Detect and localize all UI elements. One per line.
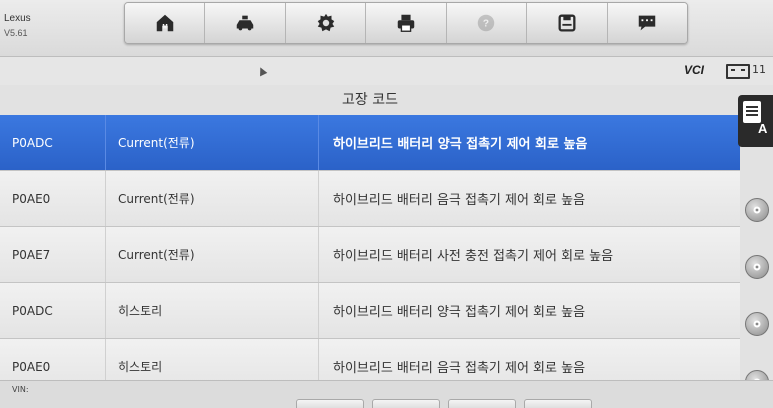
dtc-status: Current(전류)	[106, 115, 319, 170]
save-button[interactable]	[527, 3, 608, 43]
car-wrench-icon	[236, 15, 254, 31]
dtc-status: 히스토리	[106, 283, 319, 338]
vin-label: VIN:	[12, 385, 29, 394]
app-name: Lexus	[4, 13, 31, 24]
gear-icon	[753, 320, 761, 328]
vehicle-button[interactable]	[205, 3, 286, 43]
message-icon	[638, 15, 656, 31]
row-action-button[interactable]	[745, 255, 769, 279]
table-row[interactable]: P0AE7 Current(전류) 하이브리드 배터리 사전 충전 접촉기 제어…	[0, 227, 740, 283]
row-action-button[interactable]	[745, 198, 769, 222]
svg-text:M: M	[162, 24, 167, 31]
dtc-code: P0AE0	[0, 171, 106, 226]
dtc-status: Current(전류)	[106, 227, 319, 282]
gear-icon	[753, 206, 761, 214]
table-row[interactable]: P0ADC Current(전류) 하이브리드 배터리 양극 접촉기 제어 회로…	[0, 115, 740, 171]
gear-icon	[317, 13, 334, 32]
print-button[interactable]	[366, 3, 447, 43]
mouse-cursor-icon	[256, 65, 268, 77]
vci-indicator: VCI	[684, 63, 705, 77]
svg-text:?: ?	[483, 19, 489, 30]
side-document-panel[interactable]: A	[738, 95, 773, 147]
save-icon	[558, 14, 576, 32]
footer-button-4[interactable]	[524, 399, 592, 408]
side-panel-letter: A	[758, 121, 768, 136]
status-time: 11	[752, 63, 766, 76]
dtc-code: P0AE7	[0, 227, 106, 282]
dtc-code: P0ADC	[0, 115, 106, 170]
dtc-code: P0ADC	[0, 283, 106, 338]
help-icon: ?	[478, 14, 495, 32]
home-icon: M	[156, 14, 173, 32]
dtc-status: Current(전류)	[106, 171, 319, 226]
message-button[interactable]	[607, 3, 687, 43]
footer-button-1[interactable]	[296, 399, 364, 408]
battery-icon	[726, 64, 750, 79]
footer-button-2[interactable]	[372, 399, 440, 408]
dtc-description: 하이브리드 배터리 사전 충전 접촉기 제어 회로 높음	[333, 249, 614, 264]
gear-icon	[753, 263, 761, 271]
document-icon	[743, 101, 761, 123]
table-row[interactable]: P0ADC 히스토리 하이브리드 배터리 양극 접촉기 제어 회로 높음	[0, 283, 740, 339]
dtc-description: 하이브리드 배터리 양극 접촉기 제어 회로 높음	[333, 305, 586, 320]
header: Lexus V5.61 M ?	[0, 0, 773, 57]
home-button[interactable]: M	[125, 3, 206, 43]
dtc-description: 하이브리드 배터리 음극 접촉기 제어 회로 높음	[333, 193, 586, 208]
help-button[interactable]: ?	[446, 3, 528, 43]
page-title: 고장 코드	[342, 92, 398, 108]
dtc-table: P0ADC Current(전류) 하이브리드 배터리 양극 접촉기 제어 회로…	[0, 115, 740, 395]
table-row[interactable]: P0AE0 Current(전류) 하이브리드 배터리 음극 접촉기 제어 회로…	[0, 171, 740, 227]
row-action-button[interactable]	[745, 312, 769, 336]
footer-button-3[interactable]	[448, 399, 516, 408]
app-info: Lexus V5.61	[4, 12, 31, 40]
printer-icon	[397, 14, 415, 32]
toolbar: M ?	[124, 2, 688, 44]
settings-button[interactable]	[285, 3, 367, 43]
app-version: V5.61	[4, 28, 28, 38]
status-row: VCI 11	[0, 57, 773, 85]
screen: Lexus V5.61 M ? VCI 11 고장 코드 P0ADC Curre…	[0, 0, 773, 408]
dtc-description: 하이브리드 배터리 양극 접촉기 제어 회로 높음	[333, 137, 588, 152]
footer: VIN:	[0, 380, 773, 408]
